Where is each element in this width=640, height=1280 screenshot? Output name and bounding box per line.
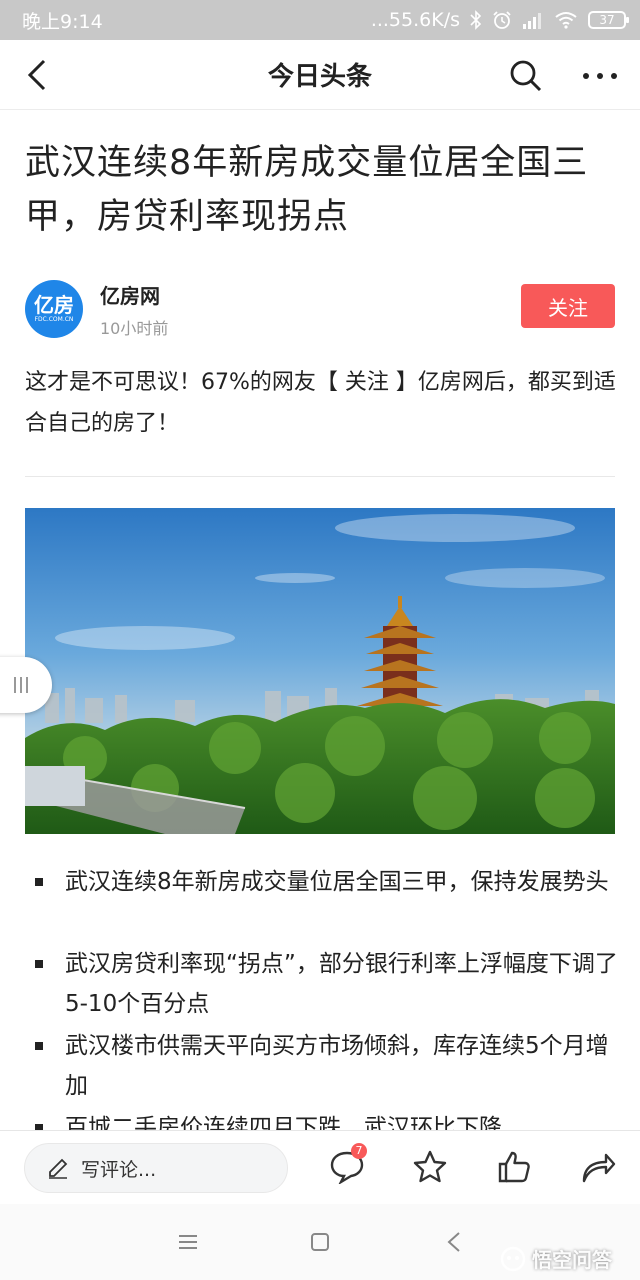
summary-list: 武汉连续8年新房成交量位居全国三甲，保持发展势头 武汉房贷利率现“拐点”，部分银… (0, 862, 640, 1132)
article-headline: 武汉连续8年新房成交量位居全国三甲，房贷利率现拐点 (25, 143, 589, 237)
share-arrow-icon (582, 1153, 616, 1183)
star-icon (413, 1150, 447, 1183)
more-button[interactable] (578, 56, 622, 96)
publish-time: 10小时前 (100, 319, 169, 338)
comment-input[interactable]: 写评论... (24, 1143, 288, 1193)
list-item-text: 武汉楼市供需天平向买方市场倾斜，库存连续5个月增加 (65, 1033, 609, 1099)
divider (25, 476, 615, 477)
menu-icon (179, 1235, 197, 1249)
follow-button[interactable]: 关注 (521, 284, 615, 328)
status-icons: ...55.6K/s 37 (370, 9, 629, 31)
bullet-dot (35, 960, 43, 968)
like-button[interactable] (492, 1145, 536, 1189)
list-item-text: 武汉连续8年新房成交量位居全国三甲，保持发展势头 (65, 869, 609, 895)
more-dots-icon (583, 73, 617, 79)
comment-placeholder: 写评论... (81, 1158, 157, 1181)
status-bar: 晚上9:14 ...55.6K/s 37 (0, 0, 640, 40)
watermark: 悟空问答 (500, 1244, 612, 1273)
bullet-dot (35, 878, 43, 886)
bluetooth-icon (470, 10, 482, 30)
avatar-logo-text: 亿房 (34, 293, 74, 317)
thumbs-up-icon (498, 1151, 530, 1183)
avatar-logo-subtext: FDC.COM.CN (34, 316, 74, 323)
network-speed: ...55.6K/s (370, 9, 460, 31)
search-button[interactable] (506, 56, 546, 96)
comment-count-badge: 7 (351, 1143, 367, 1159)
pen-icon (49, 1158, 68, 1179)
status-time: 晚上9:14 (22, 10, 103, 33)
search-icon (510, 60, 542, 92)
yellow-crane-tower-photo (25, 508, 615, 834)
author-avatar[interactable]: 亿房 FDC.COM.CN (25, 280, 83, 338)
wukong-logo-icon (500, 1246, 526, 1271)
home-button[interactable] (302, 1224, 338, 1260)
square-icon (311, 1233, 329, 1251)
bullet-dot (35, 1042, 43, 1050)
signal-icon (522, 11, 544, 29)
action-bar: 写评论... 7 (0, 1130, 640, 1204)
comments-button[interactable]: 7 (325, 1143, 369, 1189)
wifi-icon (554, 11, 578, 29)
list-item-text: 武汉房贷利率现“拐点”，部分银行利率上浮幅度下调了5-10个百分点 (65, 951, 618, 1017)
battery-icon: 37 (588, 11, 629, 29)
system-back-button[interactable] (436, 1224, 472, 1260)
favorite-button[interactable] (408, 1145, 452, 1189)
list-item-text: 百城二手房价连续四月下跌，武汉环比下降 (65, 1115, 502, 1132)
chevron-left-icon (27, 59, 46, 91)
share-button[interactable] (576, 1145, 620, 1189)
app-title: 今日头条 (267, 62, 372, 92)
menu-button[interactable] (170, 1224, 206, 1260)
watermark-text: 悟空问答 (532, 1248, 612, 1272)
top-nav: 今日头条 (0, 40, 640, 110)
back-triangle-icon (447, 1232, 460, 1252)
alarm-icon (492, 10, 512, 30)
article-image[interactable] (25, 508, 615, 834)
promo-text: 这才是不可思议！67%的网友【 关注 】亿房网后，都买到适合自己的房了！ (25, 370, 616, 436)
back-button[interactable] (20, 58, 54, 92)
author-name[interactable]: 亿房网 (100, 280, 160, 309)
